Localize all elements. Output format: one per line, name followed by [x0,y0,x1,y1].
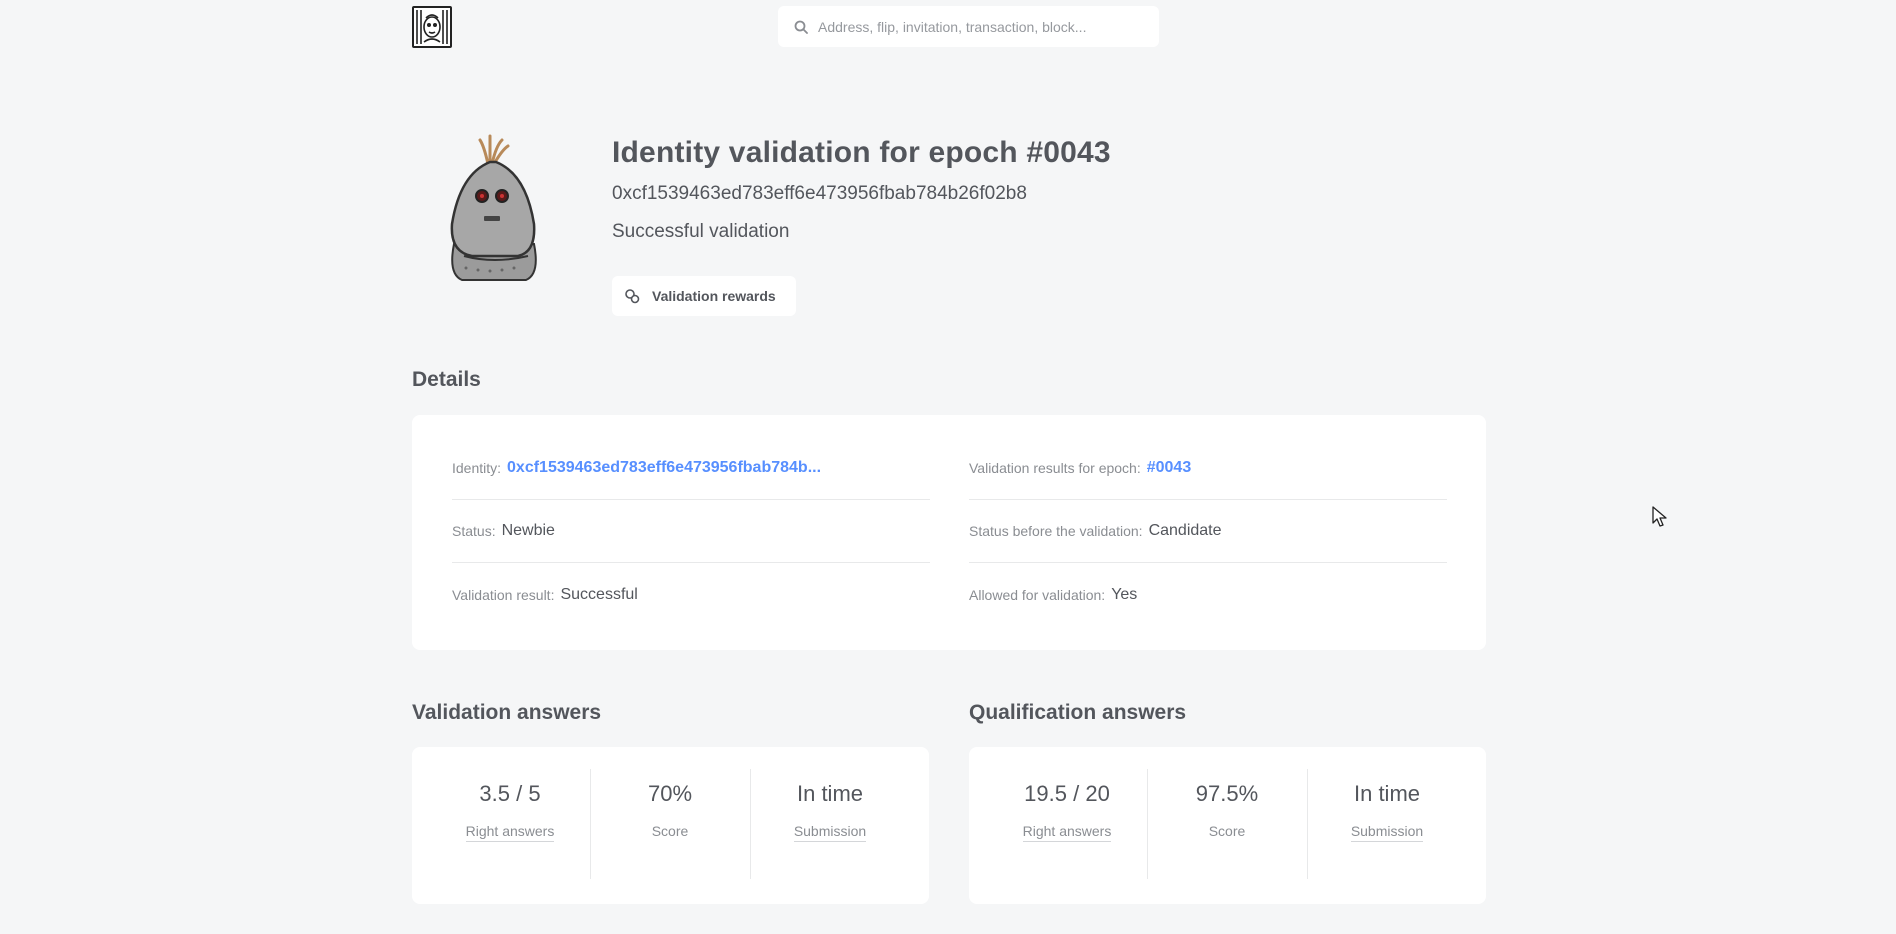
validation-right-answers: 3.5 / 5 Right answers [430,771,590,881]
detail-row-result: Validation result: Successful [452,563,930,626]
detail-row-status: Status: Newbie [452,500,930,563]
allowed-label: Allowed for validation: [969,586,1106,603]
detail-row-allowed: Allowed for validation: Yes [969,563,1447,626]
identity-address: 0xcf1539463ed783eff6e473956fbab784b26f02… [612,183,1027,204]
detail-row-epoch: Validation results for epoch: #0043 [969,437,1447,500]
robot-avatar [440,134,550,284]
validation-submission-value: In time [796,781,864,806]
identity-label: Identity: [452,460,502,476]
qualification-right-answers: 19.5 / 20 Right answers [987,771,1147,881]
qualification-submission-value: In time [1353,781,1421,806]
qualification-answers-card: 19.5 / 20 Right answers 97.5% Score In t… [969,747,1486,904]
epoch-link[interactable]: #0043 [1147,459,1192,477]
search-icon [794,20,808,34]
allowed-value: Yes [1111,585,1138,603]
qualification-score: 97.5% Score [1147,771,1307,881]
result-label: Validation result: [452,586,555,603]
validation-submission-label[interactable]: Submission [793,823,867,842]
validation-submission: In time Submission [750,771,910,881]
validation-answers-card: 3.5 / 5 Right answers 70% Score In time … [412,747,929,904]
result-value: Successful [560,585,638,603]
page-title: Identity validation for epoch #0043 [612,136,1111,169]
qualification-submission: In time Submission [1307,771,1467,881]
qualification-submission-label[interactable]: Submission [1350,823,1424,842]
qualification-score-label: Score [1208,823,1246,839]
validation-status: Successful validation [612,221,790,242]
logo-icon[interactable] [412,6,452,48]
validation-rewards-button[interactable]: Validation rewards [612,276,796,316]
search-input[interactable] [818,18,1138,35]
detail-row-status-before: Status before the validation: Candidate [969,500,1447,563]
details-heading: Details [412,368,481,391]
status-value: Newbie [501,522,555,539]
validation-right-answers-value: 3.5 / 5 [479,781,541,806]
details-card: Identity: 0xcf1539463ed783eff6e473956fba… [412,415,1486,650]
detail-row-identity: Identity: 0xcf1539463ed783eff6e473956fba… [452,437,930,500]
status-before-value: Candidate [1148,522,1222,539]
search-bar[interactable] [778,6,1159,47]
validation-answers-heading: Validation answers [412,701,602,724]
status-label: Status: [452,523,496,539]
mouse-cursor-icon [1652,506,1668,533]
coins-icon [625,289,640,304]
validation-score-value: 70% [647,781,693,806]
identity-link[interactable]: 0xcf1539463ed783eff6e473956fbab784b... [507,459,821,477]
epoch-label: Validation results for epoch: [969,460,1141,476]
qualification-score-value: 97.5% [1195,781,1259,806]
status-before-label: Status before the validation: [969,523,1143,539]
validation-right-answers-label[interactable]: Right answers [465,823,555,842]
qualification-answers-heading: Qualification answers [969,701,1187,724]
validation-score: 70% Score [590,771,750,881]
validation-rewards-label: Validation rewards [652,288,776,304]
page: Identity validation for epoch #0043 0xcf… [0,0,1896,934]
qualification-right-answers-label[interactable]: Right answers [1022,823,1112,842]
qualification-right-answers-value: 19.5 / 20 [1024,781,1110,806]
validation-score-label: Score [651,823,689,839]
